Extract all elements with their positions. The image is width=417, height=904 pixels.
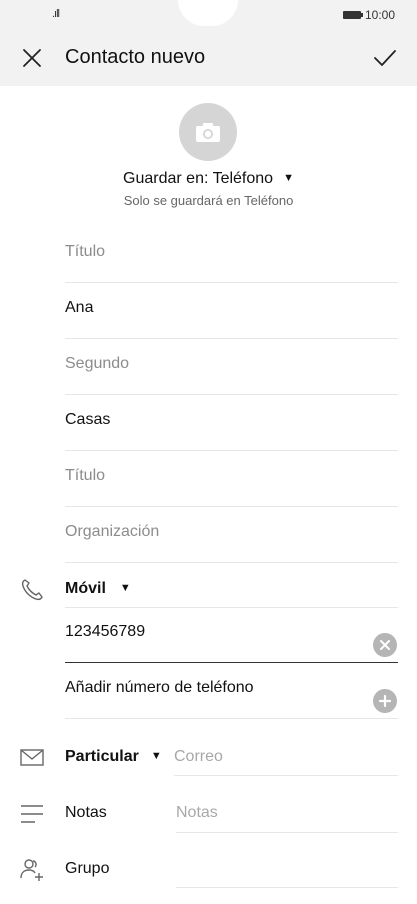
phone-type-selector[interactable]: Móvil ▼ (65, 580, 131, 598)
dropdown-caret-icon: ▼ (283, 172, 294, 184)
phone-type-label: Móvil (65, 580, 106, 597)
add-phone-button[interactable] (373, 689, 397, 713)
phone-icon (18, 576, 46, 604)
organization-field[interactable]: Organización (65, 507, 398, 563)
save-location-selector[interactable]: Guardar en: Teléfono ▼ (0, 170, 417, 188)
plus-icon (379, 695, 391, 707)
email-type-selector[interactable]: Particular ▼ (65, 748, 162, 766)
email-icon (18, 744, 46, 772)
suffix-placeholder: Título (65, 467, 106, 484)
signal-icon: .ıll (52, 8, 60, 20)
first-name-value: Ana (65, 299, 94, 316)
clear-icon (380, 640, 390, 650)
divider (176, 887, 398, 888)
prefix-placeholder: Título (65, 243, 106, 260)
close-button[interactable] (18, 44, 46, 72)
last-name-field[interactable]: Casas (65, 395, 398, 451)
group-icon (18, 856, 46, 884)
checkmark-icon (374, 50, 396, 66)
page-title: Contacto nuevo (65, 46, 206, 68)
phone-number-value: 123456789 (65, 623, 146, 640)
email-type-label: Particular (65, 748, 139, 765)
organization-placeholder: Organización (65, 523, 160, 540)
add-phone-label: Añadir número de teléfono (65, 679, 254, 696)
save-location-label: Guardar en: Teléfono (123, 170, 274, 187)
dropdown-caret-icon: ▼ (119, 582, 131, 594)
battery-icon (342, 11, 363, 19)
camera-notch (178, 0, 238, 26)
suffix-field[interactable]: Título (65, 451, 398, 507)
contact-photo-button[interactable] (179, 103, 237, 161)
divider (174, 775, 398, 776)
middle-name-placeholder: Segundo (65, 355, 130, 372)
save-location-note: Solo se guardará en Teléfono (123, 193, 294, 208)
save-button[interactable] (371, 44, 399, 72)
status-right: 10:00 (342, 8, 395, 22)
phone-number-field[interactable]: 123456789 (65, 607, 398, 663)
camera-icon (196, 123, 220, 142)
last-name-value: Casas (65, 411, 111, 428)
email-input[interactable]: Correo (174, 748, 223, 766)
clear-phone-button[interactable] (373, 633, 397, 657)
divider (176, 832, 398, 833)
app-header: .ıll 10:00 Contacto nuevo (0, 0, 417, 86)
middle-name-field[interactable]: Segundo (65, 339, 398, 395)
status-time: 10:00 (364, 8, 395, 22)
notes-input[interactable]: Notas (176, 804, 218, 822)
dropdown-caret-icon: ▼ (150, 750, 162, 762)
prefix-field[interactable]: Título (65, 227, 398, 283)
notes-label: Notas (65, 804, 107, 821)
close-icon (23, 49, 41, 67)
first-name-field[interactable]: Ana (65, 283, 398, 339)
group-selector[interactable]: Grupo (65, 860, 109, 878)
notes-icon (18, 800, 46, 828)
add-phone-row[interactable]: Añadir número de teléfono (65, 663, 398, 719)
